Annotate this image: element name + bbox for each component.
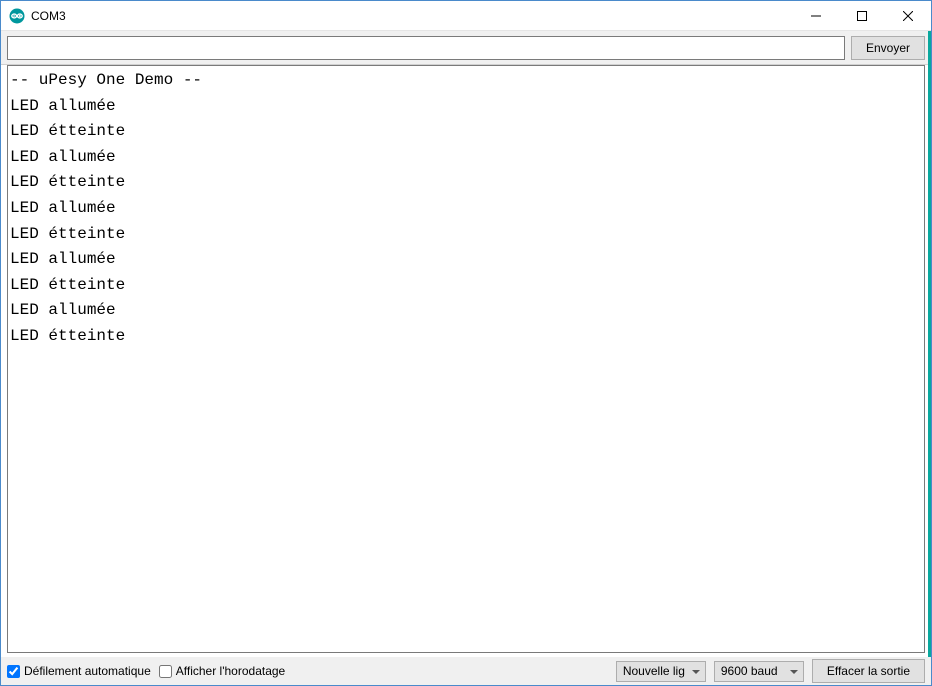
close-button[interactable]: [885, 1, 931, 30]
window-controls: [793, 1, 931, 30]
right-edge-accent: [928, 31, 931, 657]
timestamp-input[interactable]: [159, 665, 172, 678]
minimize-icon: [811, 11, 821, 21]
baud-rate-select[interactable]: 9600 baud: [714, 661, 804, 682]
autoscroll-label: Défilement automatique: [24, 664, 151, 678]
line-ending-select-wrap: Nouvelle ligne: [616, 661, 706, 682]
window-title: COM3: [31, 9, 793, 23]
clear-output-button[interactable]: Effacer la sortie: [812, 659, 925, 683]
autoscroll-input[interactable]: [7, 665, 20, 678]
titlebar: COM3: [1, 1, 931, 31]
send-toolbar: Envoyer: [1, 31, 931, 65]
maximize-button[interactable]: [839, 1, 885, 30]
arduino-icon: [9, 8, 25, 24]
send-button[interactable]: Envoyer: [851, 36, 925, 60]
line-ending-select[interactable]: Nouvelle ligne: [616, 661, 706, 682]
console-output[interactable]: -- uPesy One Demo -- LED allumée LED étt…: [7, 65, 925, 653]
send-input[interactable]: [7, 36, 845, 60]
timestamp-checkbox[interactable]: Afficher l'horodatage: [159, 664, 285, 678]
maximize-icon: [857, 11, 867, 21]
baud-select-wrap: 9600 baud: [714, 661, 804, 682]
timestamp-label: Afficher l'horodatage: [176, 664, 285, 678]
autoscroll-checkbox[interactable]: Défilement automatique: [7, 664, 151, 678]
close-icon: [903, 11, 913, 21]
bottom-bar: Défilement automatique Afficher l'horoda…: [1, 657, 931, 685]
minimize-button[interactable]: [793, 1, 839, 30]
serial-monitor-window: COM3 Envoyer -- uPesy One Demo -- LED al…: [0, 0, 932, 686]
